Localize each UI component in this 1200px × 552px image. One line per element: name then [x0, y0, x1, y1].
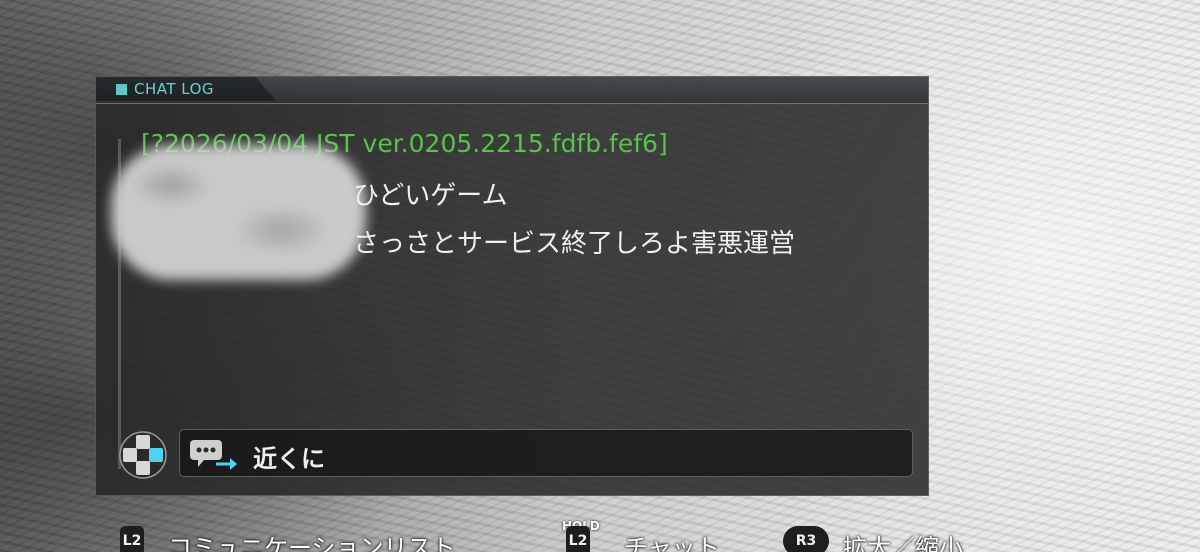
- chat-log-window: CHAT LOG [?2026/03/04 JST ver.0205.2215.…: [95, 76, 929, 496]
- dpad-icon: [118, 430, 168, 480]
- hint-communication-list[interactable]: コミュニケーションリスト: [168, 528, 456, 552]
- chat-message: さっさとサービス終了しろよ害悪運営: [353, 229, 796, 259]
- hint-zoom[interactable]: 拡大／縮小: [843, 528, 963, 552]
- r3-button-icon: R3: [783, 526, 829, 552]
- hint-chat[interactable]: チャット: [624, 528, 720, 552]
- chat-mode-label: 近くに: [253, 445, 325, 473]
- chat-bubble-arrow-icon: [188, 438, 238, 470]
- chat-log-title: CHAT LOG: [134, 80, 215, 98]
- l2-button-icon: L2: [566, 526, 590, 552]
- chat-log-header: CHAT LOG: [96, 77, 928, 104]
- chat-log-marker-icon: [116, 84, 127, 95]
- chat-input-bar[interactable]: 近くに: [179, 429, 913, 477]
- chat-message: ひどいゲーム: [353, 181, 508, 211]
- game-scene: CHAT LOG [?2026/03/04 JST ver.0205.2215.…: [0, 0, 1200, 552]
- redacted-player-names: [111, 145, 366, 280]
- l2-button-icon: L2: [120, 526, 144, 552]
